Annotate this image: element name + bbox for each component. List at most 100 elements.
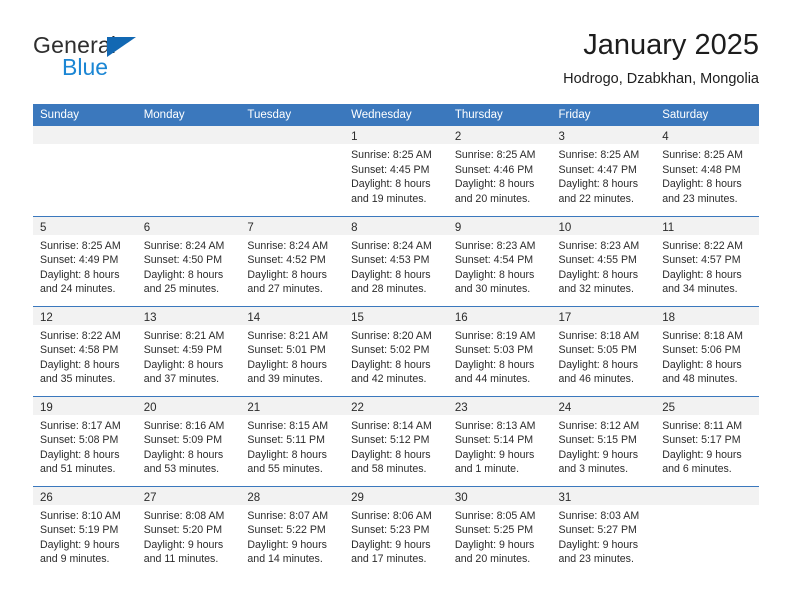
sunset-text: Sunset: 4:58 PM xyxy=(40,344,119,357)
calendar-day-cell[interactable]: 26 Sunrise: 8:10 AM Sunset: 5:19 PM Dayligh… xyxy=(33,485,137,576)
day-number-band: 6 xyxy=(136,216,241,235)
weekday-header-sunday: Sunday xyxy=(33,104,137,126)
day-number: 3 xyxy=(558,131,565,143)
calendar-day-cell[interactable]: 10 Sunrise: 8:23 AM Sunset: 4:55 PM Dayligh… xyxy=(551,215,656,306)
daylight-text: Daylight: 8 hours xyxy=(40,358,120,371)
daylight-text: Daylight: 9 hours xyxy=(247,538,327,551)
logo-triangle-icon xyxy=(107,37,136,57)
sunset-text: Sunset: 5:05 PM xyxy=(558,344,637,357)
sunset-text: Sunset: 5:09 PM xyxy=(143,434,223,447)
calendar-day-cell[interactable]: 16 Sunrise: 8:19 AM Sunset: 5:03 PM Dayligh… xyxy=(447,305,552,396)
calendar-day-cell[interactable]: 24 Sunrise: 8:12 AM Sunset: 5:15 PM Dayligh… xyxy=(551,395,656,486)
calendar-day-cell[interactable]: 17 Sunrise: 8:18 AM Sunset: 5:05 PM Dayligh… xyxy=(551,305,656,396)
daylight-text: and 24 minutes. xyxy=(40,283,116,296)
daylight-text: Daylight: 8 hours xyxy=(351,268,431,281)
sunset-text: Sunset: 5:06 PM xyxy=(662,344,741,357)
daylight-text: and 44 minutes. xyxy=(454,373,531,386)
day-detail-text xyxy=(240,144,344,148)
sunset-text: Sunset: 4:53 PM xyxy=(351,254,430,267)
sunrise-text: Sunrise: 8:25 AM xyxy=(454,149,536,161)
day-number: 16 xyxy=(454,311,468,324)
calendar-day-cell[interactable]: 7 Sunrise: 8:24 AM Sunset: 4:52 PM Daylight… xyxy=(240,215,345,306)
calendar-day-cell[interactable]: 3 Sunrise: 8:25 AM Sunset: 4:47 PM Daylight… xyxy=(551,126,656,216)
day-number: 17 xyxy=(558,311,572,324)
day-number-band: 26 xyxy=(33,486,137,505)
daylight-text: Daylight: 8 hours xyxy=(40,268,120,281)
calendar-day-cell[interactable]: 23 Sunrise: 8:13 AM Sunset: 5:14 PM Dayligh… xyxy=(447,395,552,486)
calendar-day-cell[interactable]: 22 Sunrise: 8:14 AM Sunset: 5:12 PM Dayligh… xyxy=(344,395,448,486)
day-detail-text: Sunrise: 8:22 AM Sunset: 4:58 PM Daylight:… xyxy=(33,325,137,387)
daylight-text: and 42 minutes. xyxy=(351,373,427,386)
day-number-band: 24 xyxy=(551,396,656,415)
calendar-day-cell[interactable]: 27 Sunrise: 8:08 AM Sunset: 5:20 PM Dayligh… xyxy=(136,485,241,576)
day-detail-text: Sunrise: 8:24 AM Sunset: 4:50 PM Daylight:… xyxy=(137,235,241,297)
sunset-text: Sunset: 5:27 PM xyxy=(558,524,637,537)
calendar-day-cell[interactable]: 12 Sunrise: 8:22 AM Sunset: 4:58 PM Dayligh… xyxy=(33,305,137,396)
day-number: 24 xyxy=(558,401,572,414)
page-subtitle: Hodrogo, Dzabkhan, Mongolia xyxy=(563,71,759,87)
calendar-day-cell[interactable]: 20 Sunrise: 8:16 AM Sunset: 5:09 PM Dayligh… xyxy=(136,395,241,486)
day-number: 23 xyxy=(454,401,468,414)
day-detail-text xyxy=(655,505,759,509)
day-number: 28 xyxy=(247,491,261,504)
calendar-day-cell[interactable]: 9 Sunrise: 8:23 AM Sunset: 4:54 PM Daylight… xyxy=(447,215,552,306)
day-number-band xyxy=(33,126,137,144)
day-detail-text: Sunrise: 8:23 AM Sunset: 4:54 PM Daylight:… xyxy=(448,235,552,297)
calendar-day-cell[interactable]: 25 Sunrise: 8:11 AM Sunset: 5:17 PM Dayligh… xyxy=(655,395,759,486)
title-block: January 2025 Hodrogo, Dzabkhan, Mongolia xyxy=(563,28,759,89)
daylight-text: and 53 minutes. xyxy=(143,463,220,476)
calendar-day-cell[interactable]: 21 Sunrise: 8:15 AM Sunset: 5:11 PM Dayligh… xyxy=(240,395,345,486)
calendar-grid: Sunday Monday Tuesday Wednesday Thursday Frid… xyxy=(33,104,759,576)
calendar-day-cell-empty xyxy=(136,126,241,216)
sunrise-text: Sunrise: 8:20 AM xyxy=(351,329,432,342)
calendar-day-cell[interactable]: 5 Sunrise: 8:25 AM Sunset: 4:49 PM Daylight… xyxy=(33,215,137,306)
day-detail-text: Sunrise: 8:24 AM Sunset: 4:53 PM Daylight:… xyxy=(344,235,448,297)
day-number: 8 xyxy=(351,221,358,234)
sunrise-text: Sunrise: 8:25 AM xyxy=(558,149,640,161)
day-number: 21 xyxy=(247,401,261,414)
calendar-day-cell[interactable]: 31 Sunrise: 8:03 AM Sunset: 5:27 PM Dayligh… xyxy=(551,485,656,576)
calendar-day-cell[interactable]: 11 Sunrise: 8:22 AM Sunset: 4:57 PM Dayligh… xyxy=(655,215,759,306)
daylight-text: Daylight: 9 hours xyxy=(143,538,224,551)
calendar-day-cell[interactable]: 4 Sunrise: 8:25 AM Sunset: 4:48 PM Daylight… xyxy=(655,126,759,216)
calendar-day-cell[interactable]: 8 Sunrise: 8:24 AM Sunset: 4:53 PM Daylight… xyxy=(344,215,448,306)
day-detail-text: Sunrise: 8:25 AM Sunset: 4:49 PM Daylight:… xyxy=(33,235,137,297)
day-detail-text: Sunrise: 8:23 AM Sunset: 4:55 PM Daylight:… xyxy=(552,235,656,297)
daylight-text: Daylight: 8 hours xyxy=(558,268,639,281)
calendar-day-cell[interactable]: 6 Sunrise: 8:24 AM Sunset: 4:50 PM Daylight… xyxy=(136,215,241,306)
calendar-day-cell[interactable]: 18 Sunrise: 8:18 AM Sunset: 5:06 PM Dayligh… xyxy=(655,305,759,396)
day-detail-text: Sunrise: 8:15 AM Sunset: 5:11 PM Daylight:… xyxy=(240,415,344,477)
calendar-day-cell[interactable]: 1 Sunrise: 8:25 AM Sunset: 4:45 PM Daylight… xyxy=(344,126,448,216)
day-detail-text: Sunrise: 8:08 AM Sunset: 5:20 PM Daylight:… xyxy=(137,505,241,567)
daylight-text: and 9 minutes. xyxy=(40,553,110,566)
sunset-text: Sunset: 5:25 PM xyxy=(454,524,534,537)
day-detail-text: Sunrise: 8:06 AM Sunset: 5:23 PM Daylight:… xyxy=(344,505,448,567)
calendar-day-cell[interactable]: 13 Sunrise: 8:21 AM Sunset: 4:59 PM Dayligh… xyxy=(136,305,241,396)
sunrise-text: Sunrise: 8:07 AM xyxy=(247,509,329,522)
day-number: 10 xyxy=(558,221,572,234)
day-number: 20 xyxy=(143,401,157,414)
calendar-day-cell[interactable]: 19 Sunrise: 8:17 AM Sunset: 5:08 PM Dayligh… xyxy=(33,395,137,486)
calendar-day-cell[interactable]: 15 Sunrise: 8:20 AM Sunset: 5:02 PM Dayligh… xyxy=(344,305,448,396)
calendar-day-cell[interactable]: 2 Sunrise: 8:25 AM Sunset: 4:46 PM Daylight… xyxy=(447,126,552,216)
day-number-band: 31 xyxy=(551,486,656,505)
calendar-day-cell[interactable]: 29 Sunrise: 8:06 AM Sunset: 5:23 PM Dayligh… xyxy=(344,485,448,576)
daylight-text: and 19 minutes. xyxy=(351,192,427,205)
calendar-day-cell[interactable]: 28 Sunrise: 8:07 AM Sunset: 5:22 PM Dayligh… xyxy=(240,485,345,576)
calendar-day-cell[interactable]: 14 Sunrise: 8:21 AM Sunset: 5:01 PM Dayligh… xyxy=(240,305,345,396)
day-detail-text: Sunrise: 8:14 AM Sunset: 5:12 PM Daylight:… xyxy=(344,415,448,477)
day-number: 15 xyxy=(351,311,364,324)
sunrise-text: Sunrise: 8:08 AM xyxy=(143,509,225,522)
daylight-text: and 23 minutes. xyxy=(662,192,738,205)
daylight-text: and 25 minutes. xyxy=(143,283,220,296)
daylight-text: and 48 minutes. xyxy=(662,373,738,386)
calendar-day-cell[interactable]: 30 Sunrise: 8:05 AM Sunset: 5:25 PM Dayligh… xyxy=(447,485,552,576)
day-detail-text: Sunrise: 8:25 AM Sunset: 4:45 PM Daylight:… xyxy=(344,144,448,206)
daylight-text: Daylight: 8 hours xyxy=(454,178,535,191)
daylight-text: and 20 minutes. xyxy=(454,192,531,205)
sunrise-text: Sunrise: 8:18 AM xyxy=(662,329,743,342)
daylight-text: and 28 minutes. xyxy=(351,283,427,296)
day-number-band: 3 xyxy=(551,126,656,144)
generalblue-logo[interactable]: General Blue xyxy=(33,32,233,88)
day-number-band xyxy=(240,126,345,144)
